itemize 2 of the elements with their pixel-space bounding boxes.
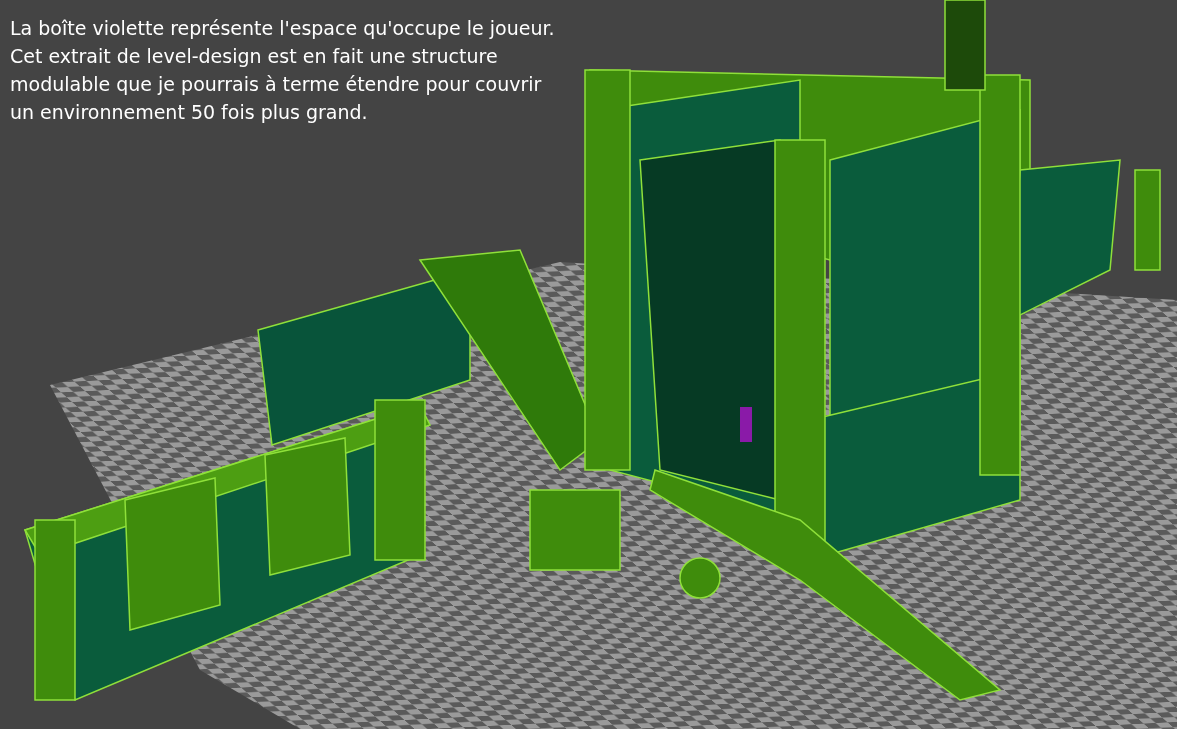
caption-text: La boîte violette représente l'espace qu'occupe le joueur. Cet extrait de level-design est en fait une structure modulable que je pourrais à terme étendre pour couvrir un environnement 50 fois plus grand. — [10, 16, 556, 125]
player-box — [740, 407, 752, 442]
